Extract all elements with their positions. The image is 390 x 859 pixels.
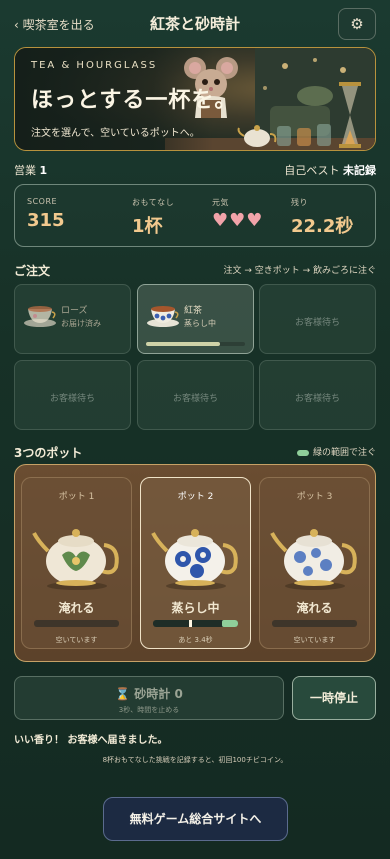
hourglass-label-row: ⌛ 砂時計 0: [15, 685, 283, 702]
pots-panel: ポット 1 淹れる 空いています ポット 2 蒸らし中 あと 3.4秒 ポット …: [14, 464, 376, 662]
page-title: 紅茶と砂時計: [149, 15, 240, 33]
stats-panel: SCORE 315 おもてなし 1杯 元気 ♥♥♥ 残り 22.2秒: [14, 184, 376, 247]
pot-timer-bar: [272, 620, 357, 627]
served-label: おもてなし: [132, 198, 175, 207]
hero-subtitle: TEA & HOURGLASS: [31, 60, 158, 71]
teapot-green-icon: [32, 529, 119, 590]
waiting-label: お客様待ち: [294, 394, 340, 404]
teapot-blue-icon: [151, 529, 238, 590]
waiting-label: お客様待ち: [294, 318, 340, 328]
hero-jars: [277, 124, 331, 146]
served-value: 1杯: [132, 216, 163, 237]
brew-green-zone: [222, 620, 238, 627]
order-progress-fill: [146, 342, 221, 346]
free-games-site-button[interactable]: 無料ゲーム総合サイトへ: [103, 797, 288, 841]
order-card[interactable]: ローズ お届け済み: [14, 284, 131, 354]
status-message: いい香り！ お客様へ届きました。: [14, 735, 168, 746]
hero-teapot: [237, 125, 277, 147]
brew-marker: [189, 620, 192, 627]
pot-note: あと 3.4秒: [178, 636, 213, 644]
pot-3[interactable]: ポット 3 淹れる 空いています: [259, 477, 370, 649]
order-status: 蒸らし中: [184, 319, 216, 328]
pot-2[interactable]: ポット 2 蒸らし中 あと 3.4秒: [140, 477, 251, 649]
energy-label: 元気: [212, 198, 229, 207]
heart-icons: ♥♥♥: [212, 210, 264, 231]
orders-title: ご注文: [14, 264, 51, 278]
hero-hourglass: [339, 82, 361, 148]
hero-headline: ほっとする一杯を。: [31, 87, 238, 113]
energy-stat: 元気 ♥♥♥: [212, 197, 263, 231]
pot-state: 淹れる: [296, 601, 333, 615]
settings-button[interactable]: ⚙: [338, 8, 376, 40]
top-bar: ‹ 喫茶室を出る 紅茶と砂時計 ⚙: [14, 8, 376, 40]
order-slot-empty: お客様待ち: [137, 360, 254, 430]
served-stat: おもてなし 1杯: [132, 197, 174, 238]
time-stat: 残り 22.2秒: [291, 197, 353, 238]
hourglass-button[interactable]: ⌛ 砂時計 0 3秒、時間を止める: [14, 676, 284, 720]
business-day: 営業 1: [14, 162, 47, 178]
teacup-icon: [147, 306, 179, 327]
waiting-label: お客様待ち: [172, 394, 218, 404]
personal-best: 自己ベスト 未記録: [284, 162, 376, 178]
orders-hint: 注文 → 空きポット → 飲みごろに注ぐ: [223, 266, 376, 276]
order-slot-empty: お客様待ち: [259, 284, 376, 354]
best-value: 未記録: [343, 164, 376, 177]
brew-range-bar: [153, 620, 238, 627]
green-range-icon: [296, 449, 309, 456]
hourglass-label: 砂時計 0: [134, 687, 183, 701]
teapot-blue-icon: [270, 529, 357, 590]
pause-button[interactable]: 一時停止: [292, 676, 376, 720]
hero-description: 注文を選んで、空いているポットへ。: [31, 128, 200, 139]
business-label: 営業: [14, 164, 36, 177]
order-progress-bar: [146, 342, 245, 346]
pots-hint: 緑の範囲で注ぐ: [296, 445, 376, 458]
pot-label: ポット 3: [296, 492, 333, 502]
reward-note: 8杯おもてなした挑戦を記録すると、初回100チビコイン。: [102, 756, 288, 764]
hourglass-icon: ⌛: [115, 687, 131, 701]
order-name: ローズ: [61, 306, 88, 316]
gear-icon: ⚙: [350, 15, 364, 33]
score-value: 315: [27, 210, 65, 231]
pot-timer-bar: [34, 620, 119, 627]
pot-note: 空いています: [55, 636, 98, 644]
order-status: お届け済み: [61, 319, 101, 328]
score-stat: SCORE 315: [27, 197, 65, 231]
pot-1[interactable]: ポット 1 淹れる 空いています: [21, 477, 132, 649]
order-name: 紅茶: [184, 306, 203, 316]
best-label: 自己ベスト: [284, 164, 340, 177]
pot-label: ポット 2: [177, 492, 214, 502]
pot-note: 空いています: [293, 636, 336, 644]
order-card-active[interactable]: 紅茶 蒸らし中: [137, 284, 254, 354]
waiting-label: お客様待ち: [49, 394, 95, 404]
pot-state: 淹れる: [58, 601, 95, 615]
time-label: 残り: [291, 198, 308, 207]
hero-banner: TEA & HOURGLASS ほっとする一杯を。 注文を選んで、空いているポッ…: [14, 47, 376, 151]
teacup-icon: [24, 306, 56, 327]
order-slot-empty: お客様待ち: [259, 360, 376, 430]
pot-label: ポット 1: [58, 492, 95, 502]
pots-hint-text: 緑の範囲で注ぐ: [312, 448, 376, 458]
business-value: 1: [39, 164, 48, 177]
time-value: 22.2秒: [291, 216, 354, 237]
pot-state: 蒸らし中: [171, 601, 220, 615]
pots-title: 3つのポット: [14, 446, 83, 460]
hourglass-sub: 3秒、時間を止める: [118, 706, 180, 714]
score-label: SCORE: [27, 197, 58, 206]
order-slot-empty: お客様待ち: [14, 360, 131, 430]
